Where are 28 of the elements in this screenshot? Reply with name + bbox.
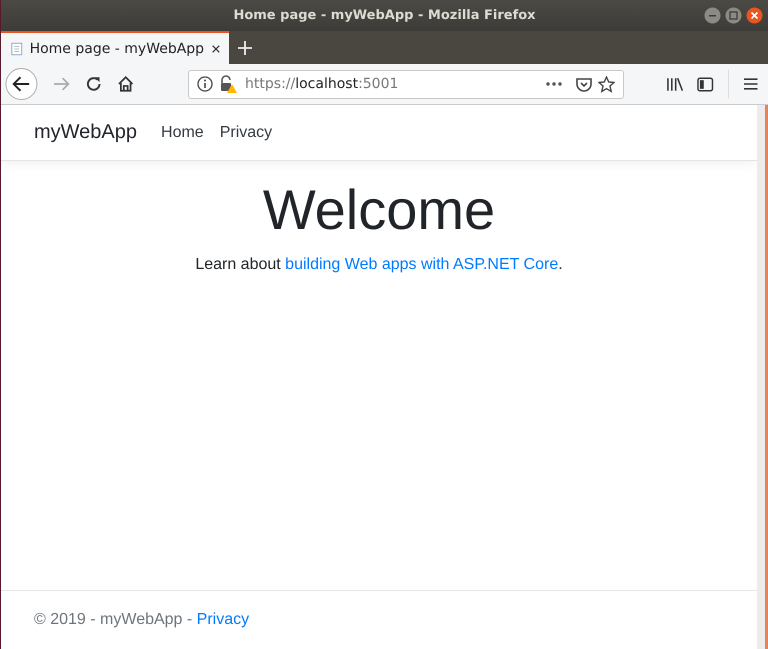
reload-icon[interactable] <box>85 75 103 93</box>
brand-link[interactable]: myWebApp <box>34 121 138 144</box>
more-icon[interactable] <box>546 82 562 86</box>
close-icon[interactable] <box>746 7 763 24</box>
star-icon[interactable] <box>598 76 615 92</box>
heading: Welcome <box>262 177 496 242</box>
menu-icon[interactable] <box>742 77 758 91</box>
info-icon[interactable] <box>197 76 214 92</box>
minimize-icon[interactable] <box>704 7 721 24</box>
library-icon[interactable] <box>666 76 684 92</box>
new-tab-icon[interactable] <box>237 40 253 56</box>
lock-warning-icon[interactable] <box>219 75 238 93</box>
address-field[interactable]: https://localhost:5001 <box>188 70 624 98</box>
page-icon <box>11 40 23 56</box>
window-title: Home page - myWebApp - Mozilla Firefox <box>233 8 536 23</box>
browser-tab[interactable]: Home page - myWebApp <box>1 31 229 64</box>
intro-text: Learn about building Web apps with ASP.NET Core. <box>194 256 564 274</box>
pocket-icon[interactable] <box>576 76 592 92</box>
url-text: https://localhost:5001 <box>245 76 400 92</box>
footer-text: © 2019 - myWebApp - Privacy <box>1 590 757 649</box>
privacy-link[interactable]: Privacy <box>196 611 250 629</box>
close-icon[interactable] <box>211 42 221 54</box>
back-icon[interactable] <box>5 67 38 101</box>
sidebar-icon[interactable] <box>697 76 714 92</box>
home-icon[interactable] <box>116 75 134 93</box>
docs-link[interactable]: building Web apps with ASP.NET Core <box>285 256 558 273</box>
nav-link[interactable]: Privacy <box>220 124 272 142</box>
nav-link[interactable]: Home <box>161 124 204 142</box>
